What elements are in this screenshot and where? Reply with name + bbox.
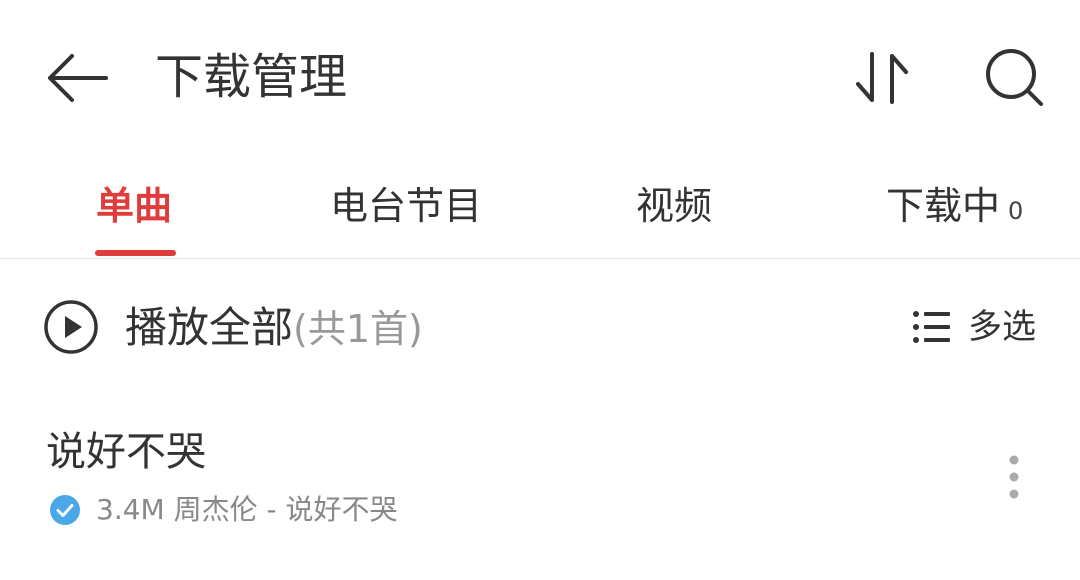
list-item[interactable]: 说好不哭 3.4M 周杰伦 - 说好不哭: [0, 400, 1080, 560]
app-header: 下载管理: [0, 0, 1080, 155]
tab-downloading-label: 下载中: [886, 184, 1001, 228]
list-icon: [912, 308, 952, 346]
tab-downloading-count: 0: [1008, 197, 1024, 225]
tab-singles[interactable]: 单曲: [96, 176, 172, 236]
sort-arrows-icon: [856, 52, 908, 104]
check-circle-icon: [49, 494, 81, 526]
tab-videos[interactable]: 视频: [636, 176, 712, 236]
play-all-button[interactable]: [42, 298, 100, 356]
page-title: 下载管理: [155, 49, 348, 105]
tab-radio-programs[interactable]: 电台节目: [330, 176, 482, 236]
tab-bar: 单曲 电台节目 视频 下载中 0: [0, 160, 1080, 259]
search-button[interactable]: [975, 40, 1053, 116]
more-options-button[interactable]: [994, 452, 1034, 508]
play-all-label: 播放全部: [125, 303, 294, 352]
multiselect-label: 多选: [968, 307, 1036, 347]
song-title: 说好不哭: [46, 429, 206, 475]
search-icon: [986, 49, 1043, 106]
play-all-row: 播放全部(共1首) 多选: [0, 262, 1080, 392]
more-vertical-icon: [1009, 455, 1019, 499]
play-all-text[interactable]: 播放全部(共1首): [125, 298, 423, 358]
tab-downloading[interactable]: 下载中 0: [886, 176, 1023, 236]
active-tab-indicator: [95, 250, 176, 256]
play-circle-icon: [44, 300, 98, 354]
play-all-count: (共1首): [293, 307, 423, 351]
song-meta: 3.4M 周杰伦 - 说好不哭: [96, 493, 398, 526]
back-button[interactable]: [40, 40, 116, 116]
arrow-left-icon: [48, 54, 108, 102]
sort-button[interactable]: [842, 40, 926, 116]
